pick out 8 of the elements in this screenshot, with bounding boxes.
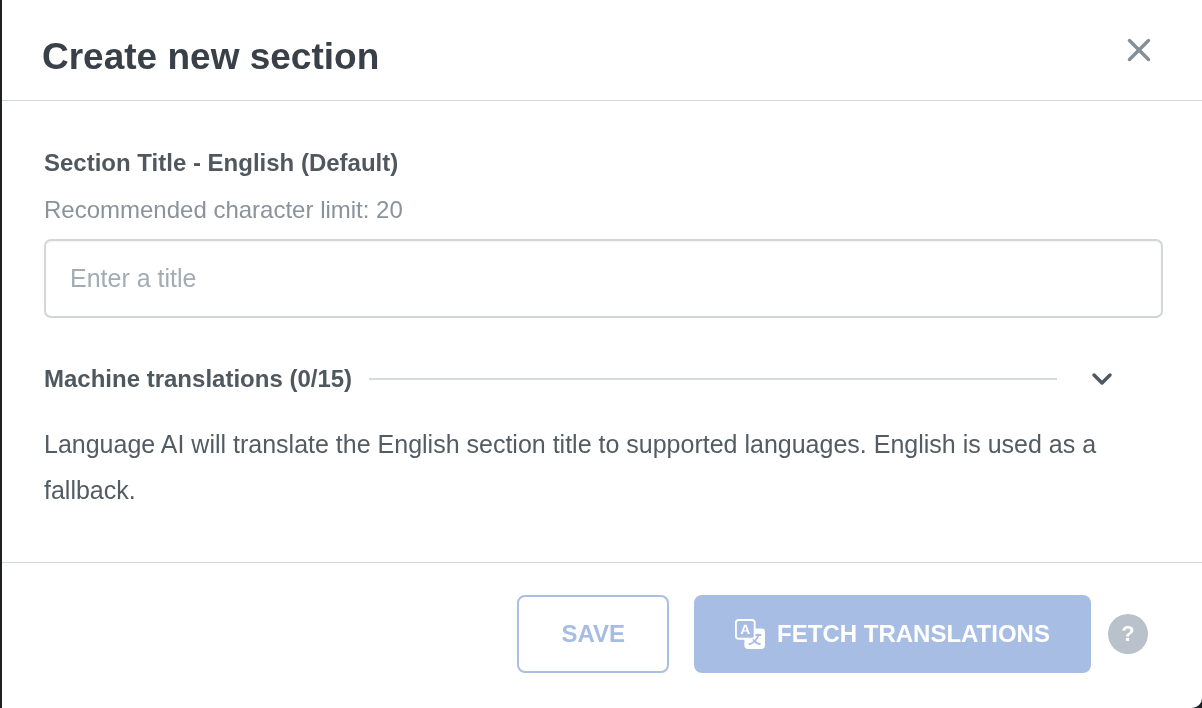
translate-icon [735, 618, 766, 649]
title-input-field[interactable]: Enter a title [44, 239, 1163, 318]
section-heading: Machine translations (0/15) [44, 364, 353, 394]
dialog-title: Create new section [42, 35, 380, 80]
description-text: Language AI will translate the English section title to supported languages. English is used as a fallback. [44, 429, 1098, 506]
help-button[interactable]: ? [1108, 613, 1148, 654]
field-hint: Recommended character limit: 20 [44, 195, 404, 225]
field-label: Section Title - English (Default) [44, 148, 400, 178]
